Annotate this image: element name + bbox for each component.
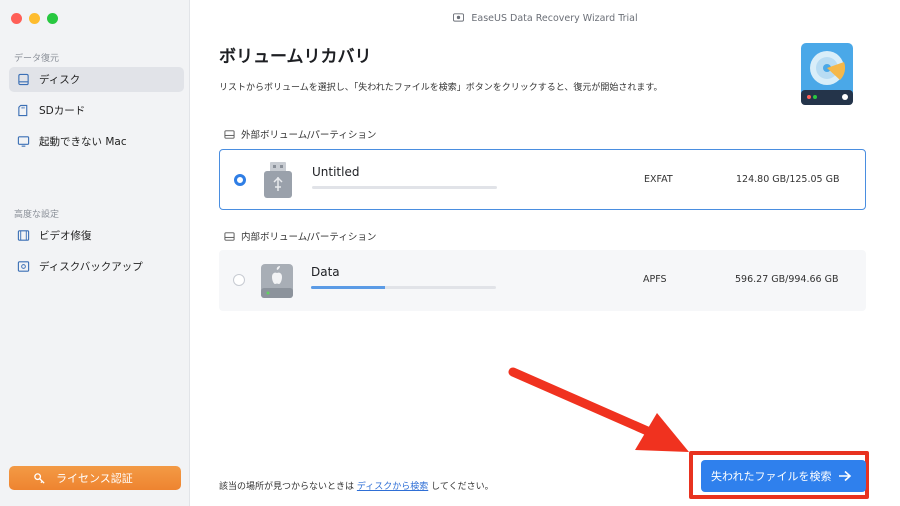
- disk-recovery-illustration: [801, 43, 853, 105]
- sidebar-item-label: ディスクバックアップ: [39, 261, 143, 273]
- usb-drive-icon: [264, 162, 292, 198]
- volume-card-data[interactable]: Data APFS 596.27 GB/994.66 GB: [219, 250, 866, 311]
- sidebar-item-label: SDカード: [39, 105, 86, 117]
- sidebar-item-label: ディスク: [39, 74, 81, 86]
- search-from-disk-link[interactable]: ディスクから検索: [357, 482, 428, 492]
- volume-usage-bar: [311, 286, 496, 289]
- external-volumes-label: 外部ボリューム/パーティション: [224, 127, 376, 141]
- minimize-window-button[interactable]: [29, 13, 40, 24]
- drive-icon: [224, 231, 235, 241]
- close-window-button[interactable]: [11, 13, 22, 24]
- volume-name: Data: [311, 265, 340, 279]
- page-description: リストからボリュームを選択し、「失われたファイルを検索」ボタンをクリックすると、…: [219, 83, 663, 93]
- sidebar-item-sd-card[interactable]: SDカード: [9, 98, 184, 123]
- key-icon: [34, 472, 45, 484]
- sidebar-item-label: ビデオ修復: [39, 230, 92, 242]
- mac-drive-icon: [261, 264, 293, 298]
- sidebar-item-video-repair[interactable]: ビデオ修復: [9, 223, 184, 248]
- window-controls: [11, 13, 58, 24]
- app-logo-icon: [453, 13, 465, 22]
- sidebar-item-disk[interactable]: ディスク: [9, 67, 184, 92]
- search-lost-files-button[interactable]: 失われたファイルを検索: [701, 460, 866, 492]
- volume-size: 124.80 GB/125.05 GB: [736, 174, 840, 185]
- drive-icon: [224, 129, 235, 139]
- window-title: EaseUS Data Recovery Wizard Trial: [191, 12, 900, 24]
- backup-icon: [17, 261, 30, 272]
- main-panel: EaseUS Data Recovery Wizard Trial ボリュームリ…: [191, 0, 900, 506]
- disk-icon: [18, 73, 29, 86]
- volume-size: 596.27 GB/994.66 GB: [735, 274, 839, 285]
- search-button-label: 失われたファイルを検索: [711, 470, 832, 483]
- monitor-icon: [17, 136, 30, 147]
- footer-hint: 該当の場所が見つからないときは ディスクから検索 してください。: [219, 482, 494, 492]
- volume-usage-bar: [312, 186, 497, 189]
- section-label-advanced: 高度な設定: [14, 210, 60, 220]
- internal-volumes-label: 内部ボリューム/パーティション: [224, 229, 376, 243]
- sidebar-item-disk-backup[interactable]: ディスクバックアップ: [9, 254, 184, 279]
- sidebar-item-label: 起動できない Mac: [39, 136, 127, 148]
- page-title: ボリュームリカバリ: [219, 47, 372, 67]
- sd-card-icon: [18, 104, 28, 117]
- volume-radio[interactable]: [233, 274, 245, 286]
- sidebar-item-unbootable-mac[interactable]: 起動できない Mac: [9, 129, 184, 154]
- arrow-right-icon: [839, 470, 852, 482]
- license-activation-button[interactable]: ライセンス認証: [9, 466, 181, 490]
- volume-usage-fill: [311, 286, 385, 289]
- volume-card-untitled[interactable]: Untitled EXFAT 124.80 GB/125.05 GB: [219, 149, 866, 210]
- license-button-label: ライセンス認証: [56, 472, 133, 485]
- volume-radio[interactable]: [234, 174, 246, 186]
- section-label-data-recovery: データ復元: [14, 54, 60, 64]
- video-icon: [17, 230, 30, 241]
- zoom-window-button[interactable]: [47, 13, 58, 24]
- volume-filesystem: EXFAT: [644, 174, 673, 185]
- volume-name: Untitled: [312, 165, 360, 179]
- sidebar: データ復元 ディスク SDカード 起動できない Mac 高度な設定 ビデオ修復 …: [0, 0, 190, 506]
- volume-filesystem: APFS: [643, 274, 667, 285]
